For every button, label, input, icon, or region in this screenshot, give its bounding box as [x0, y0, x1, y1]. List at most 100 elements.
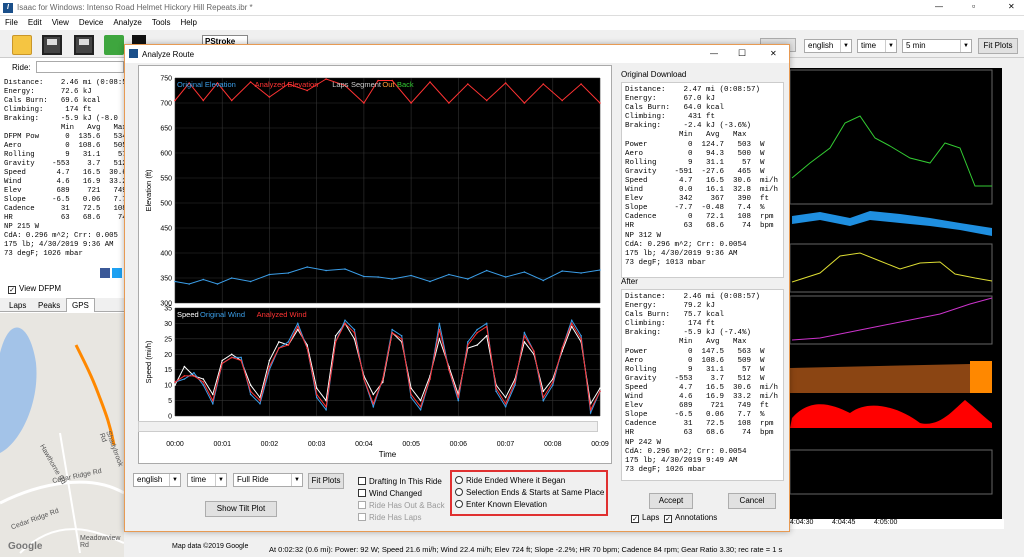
main-right-scroll[interactable] [1004, 68, 1024, 538]
has-laps-checkbox[interactable]: Ride Has Laps [358, 513, 421, 522]
data-point [202, 278, 205, 281]
accept-button[interactable]: Accept [649, 493, 693, 509]
data-point [249, 393, 252, 396]
data-point [363, 102, 365, 104]
data-point [259, 399, 261, 402]
gps-map[interactable]: Cedar Ridge Rd Cedar Ridge Rd Hawthorne … [0, 313, 124, 557]
ride-field[interactable] [36, 61, 124, 73]
tab-gps[interactable]: GPS [66, 298, 95, 312]
legend-entry: Speed [177, 310, 199, 319]
data-point [410, 274, 412, 277]
data-point [287, 344, 290, 346]
view-dfpm-checkbox[interactable]: ✓ View DFPM [8, 284, 61, 294]
data-point [353, 331, 356, 334]
strip-blue-band [792, 211, 992, 236]
ride-ended-label: Ride Ended Where it Began [466, 476, 566, 485]
known-elevation-label: Enter Known Elevation [466, 500, 547, 509]
wind-changed-checkbox[interactable]: Wind Changed [358, 489, 422, 498]
legend-entry: Original Wind [200, 310, 245, 319]
units-select[interactable]: english ▼ [804, 39, 852, 53]
close-icon[interactable]: ✕ [1008, 2, 1015, 11]
dialog-fit-plots-button[interactable]: Fit Plots [308, 473, 344, 489]
menu-help[interactable]: Help [176, 16, 202, 27]
y-tick-label: 35 [164, 306, 172, 313]
strip-magenta-line [791, 297, 993, 341]
main-chart-area [789, 68, 1002, 526]
data-point [259, 402, 261, 405]
show-tilt-plot-button[interactable]: Show Tilt Plot [205, 501, 277, 517]
data-point [438, 328, 441, 331]
view-dfpm-label: View DFPM [19, 284, 62, 293]
drafting-checkbox[interactable]: Drafting In This Ride [358, 477, 442, 486]
laps-checkbox[interactable]: ✓ Laps [631, 513, 659, 523]
chart-scrollbar[interactable] [138, 421, 598, 432]
range-select[interactable]: Full Ride ▼ [233, 473, 303, 487]
data-point [174, 280, 176, 283]
interval-select[interactable]: 5 min ▼ [902, 39, 972, 53]
drafting-label: Drafting In This Ride [369, 477, 442, 486]
units-select-value: english [808, 41, 834, 50]
tab-peaks[interactable]: Peaks [38, 301, 60, 310]
minimize-icon[interactable]: — [710, 49, 718, 58]
out-back-checkbox[interactable]: Ride Has Out & Back [358, 501, 445, 510]
y-tick-label: 400 [160, 251, 172, 258]
data-point [504, 276, 507, 278]
twitter-icon[interactable] [112, 268, 122, 278]
menu-device[interactable]: Device [74, 16, 108, 27]
close-icon[interactable]: ✕ [770, 49, 777, 58]
data-point [429, 280, 431, 283]
dialog-xaxis-value: time [191, 475, 207, 484]
data-point [542, 83, 545, 85]
data-point [561, 347, 563, 349]
menu-tools[interactable]: Tools [147, 16, 176, 27]
known-elevation-radio[interactable]: Enter Known Elevation [455, 500, 547, 509]
data-point [599, 269, 601, 271]
cancel-button[interactable]: Cancel [728, 493, 776, 509]
data-point [448, 102, 450, 104]
save-icon[interactable] [42, 35, 62, 55]
ride-ended-radio[interactable]: Ride Ended Where it Began [455, 476, 565, 485]
x-tick-label: 00:04 [355, 441, 373, 448]
dialog-xaxis-select[interactable]: time ▼ [187, 473, 227, 487]
selection-ends-radio[interactable]: Selection Ends & Starts at Same Place [455, 488, 604, 497]
data-point [580, 272, 582, 274]
annotations-label: Annotations [675, 513, 718, 522]
tab-laps[interactable]: Laps [9, 301, 26, 310]
open-folder-icon[interactable] [12, 35, 32, 55]
menu-analyze[interactable]: Analyze [108, 16, 146, 27]
data-point [306, 89, 308, 92]
data-point [495, 387, 497, 390]
main-xtick: 4:04:45 [832, 519, 856, 526]
data-point [495, 390, 497, 393]
data-point [504, 82, 507, 84]
usb-device-icon[interactable] [104, 35, 124, 55]
annotations-checkbox[interactable]: ✓ Annotations [664, 513, 717, 523]
data-point [391, 331, 393, 334]
ride-summary: Distance: 2.46 mi (0:08:57) Energy: 72.6… [4, 79, 124, 258]
menu-file[interactable]: File [0, 16, 23, 27]
save-as-icon[interactable] [74, 35, 94, 55]
data-point [174, 384, 176, 386]
xaxis-select[interactable]: time ▼ [857, 39, 897, 53]
data-point [297, 325, 299, 328]
minimize-icon[interactable]: — [935, 2, 943, 11]
data-point [221, 359, 223, 362]
maximize-icon[interactable]: ☐ [738, 48, 746, 59]
data-point [212, 393, 214, 396]
maximize-icon[interactable]: ▫ [972, 1, 975, 11]
menu-edit[interactable]: Edit [23, 16, 47, 27]
menu-view[interactable]: View [47, 16, 74, 27]
dialog-units-select[interactable]: english ▼ [133, 473, 181, 487]
facebook-icon[interactable] [100, 268, 110, 278]
app-icon: I [3, 3, 13, 13]
data-point [382, 378, 384, 380]
data-point [523, 331, 526, 334]
data-point [287, 341, 290, 343]
fit-plots-button[interactable]: Fit Plots [978, 38, 1018, 54]
y-tick-label: 550 [160, 176, 172, 183]
data-point [400, 335, 403, 337]
selection-ends-label: Selection Ends & Starts at Same Place [466, 488, 605, 497]
data-point [410, 396, 412, 399]
data-point [174, 99, 176, 102]
data-point [306, 347, 308, 349]
